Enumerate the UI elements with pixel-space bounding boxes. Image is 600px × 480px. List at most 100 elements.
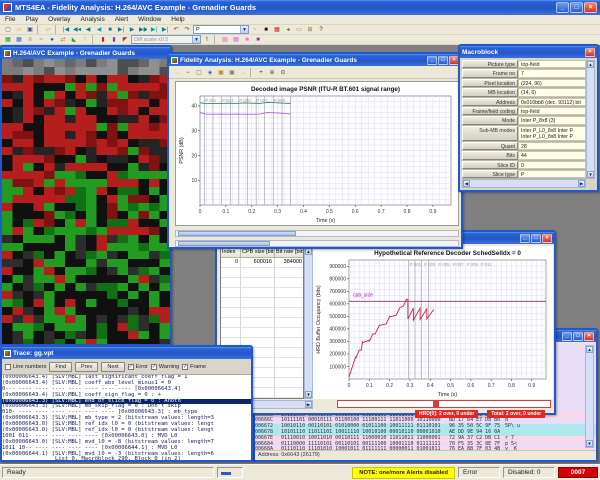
scroll-down-icon[interactable]: ▼ [586,440,593,447]
hrd-maximize-button[interactable]: □ [531,234,541,243]
redo-icon[interactable]: ↷ [182,25,192,34]
menu-analysis[interactable]: Analysis [76,16,110,23]
block-rose-icon[interactable]: ■ [242,35,252,44]
trace-log-view[interactable]: (0x00006643.4) [SLV:MBL] last_significan… [2,375,251,460]
flag-icon[interactable]: ◤ [120,35,130,44]
slider-thumb[interactable] [433,401,439,407]
stop-black-icon[interactable]: ■ [261,25,271,34]
info-icon[interactable]: ● [47,35,57,44]
plane-u-icon[interactable]: ▮ [109,35,119,44]
line-numbers-checkbox[interactable]: Line numbers [5,364,46,370]
drop-small-icon[interactable]: ◂ [283,25,293,34]
macroblock-vscrollbar[interactable]: ▲ ▼ [586,60,595,179]
nav-next-icon[interactable]: → [238,68,248,77]
fidelity-window-titlebar[interactable]: Fidelity Analysis: H.264/AVC Example - G… [169,54,461,66]
scroll-up-icon[interactable]: ▲ [586,346,593,353]
hex-minimize-button[interactable]: _ [562,332,572,341]
frame-type-combo[interactable]: P▼ [193,25,249,34]
warning-checkbox[interactable]: ✓ Warning [151,364,179,370]
chevron-down-icon[interactable]: ▼ [240,26,248,33]
block-magenta-icon[interactable]: ▤ [231,35,241,44]
zoom-in-icon[interactable]: + [256,68,266,77]
alert-icon[interactable]: ! [80,35,90,44]
hrd-minimize-button[interactable]: _ [520,234,530,243]
error-map-icon[interactable]: ▦ [272,25,282,34]
scroll-down-icon[interactable]: ▼ [305,391,312,398]
overlay-green-icon[interactable]: ▦ [3,35,13,44]
undo-icon[interactable]: ↶ [171,25,181,34]
crosshair-icon[interactable]: ⊕ [267,68,277,77]
scroll-up-icon[interactable]: ▲ [587,61,594,68]
hrd-table-scrollbar[interactable]: ▲ ▼ [304,247,313,399]
table-header-cell[interactable]: CPB size [bits] [241,248,275,258]
step-backward-icon[interactable]: ◀ [83,25,93,34]
menu-help[interactable]: Help [166,16,189,23]
checker-toggle-icon[interactable]: ▫ [250,25,260,34]
open-file-icon[interactable]: ▱ [14,25,24,34]
menu-window[interactable]: Window [133,16,166,23]
hex-close-button[interactable]: × [584,332,594,341]
fast-forward-icon[interactable]: ▶▶ [138,25,148,34]
lock-gold-icon[interactable]: ▣ [216,68,226,77]
play-backward-icon[interactable]: ◀ [94,25,104,34]
macroblock-titlebar[interactable]: Macroblock × [460,46,597,58]
scroll-left-icon[interactable]: ◀ [463,180,470,187]
magnifier-icon[interactable]: ⊙ [278,68,288,77]
scrollbar-thumb[interactable] [178,241,270,246]
scroll-right-icon[interactable]: ▶ [578,180,585,187]
table-header-cell[interactable]: Bit rate [bits [275,248,304,258]
hrd-close-button[interactable]: × [542,234,552,243]
exclaim-icon[interactable]: ! [202,35,212,44]
swap-views-icon[interactable]: ⇄ [58,35,68,44]
grid-add-icon[interactable]: ⊞ [305,25,315,34]
stop-icon[interactable]: ■ [105,25,115,34]
block-pink-icon[interactable]: ▤ [220,35,230,44]
hrd-position-slider[interactable] [337,400,551,408]
save-file-icon[interactable]: ▣ [25,25,35,34]
find-button[interactable]: Find [49,362,72,372]
fast-backward-icon[interactable]: ◀◀ [72,25,82,34]
plane-y-icon[interactable]: ▮ [98,35,108,44]
menu-play[interactable]: Play [20,16,43,23]
video-window-titlebar[interactable]: H.264/AVC Example - Grenadier Guards [2,47,170,59]
fid-maximize-button[interactable]: □ [438,56,448,65]
menu-overlay[interactable]: Overlay [43,16,75,23]
decoded-video-view[interactable] [2,59,170,344]
nav-back-icon[interactable]: → [172,68,182,77]
error-checkbox[interactable]: ✓ Error [128,364,148,370]
step-forward-icon[interactable]: ▶| [149,25,159,34]
table-header-cell[interactable]: Index [221,248,241,258]
menu-file[interactable]: File [0,16,20,23]
macroblock-hscrollbar[interactable]: ◀ ▶ [462,179,586,188]
goto-end-icon[interactable]: ▶| [160,25,170,34]
new-file-icon[interactable]: ▢ [3,25,13,34]
goto-start-icon[interactable]: |◀ [61,25,71,34]
pause-forward-icon[interactable]: ▶| [116,25,126,34]
list-view-icon[interactable]: ≡ [25,35,35,44]
open-stream-icon[interactable]: ▱ [43,25,53,34]
trace-line[interactable]: List 0. Macroblock 290, Block 0 (in 2) [2,457,251,460]
zoom-out-icon[interactable]: − [183,68,193,77]
help-icon[interactable]: ? [316,25,326,34]
scroll-up-icon[interactable]: ▲ [305,248,312,255]
scroll-down-icon[interactable]: ▼ [587,171,594,178]
hex-vertical-scrollbar[interactable]: ▲ ▼ [585,345,594,448]
tooltip-toggle-icon[interactable]: ▭ [294,25,304,34]
scroll-right-icon[interactable]: ▶ [305,401,312,408]
overlay-blue-icon[interactable]: ▦ [14,35,24,44]
minimize-button[interactable]: _ [556,2,569,13]
frame-checkbox[interactable]: ✓ Frame [182,364,206,370]
waveform-icon[interactable]: ~ [36,35,46,44]
next-button[interactable]: Next [101,362,124,372]
scrollbar-thumb[interactable] [178,231,296,236]
table-row[interactable]: 0600016384000 [221,258,303,268]
prev-button[interactable]: Prev [75,362,98,372]
maximize-button[interactable]: □ [570,2,583,13]
hex-maximize-button[interactable]: □ [573,332,583,341]
page-icon[interactable]: ▢ [194,68,204,77]
motion-vectors-icon[interactable]: ◣ [69,35,79,44]
psnr-zoom-scrollbar[interactable] [175,240,459,247]
lock-gray-icon[interactable]: ▣ [227,68,237,77]
menu-alert[interactable]: Alert [110,16,133,23]
trace-window-titlebar[interactable]: Trace: gg.vpt [2,347,251,359]
